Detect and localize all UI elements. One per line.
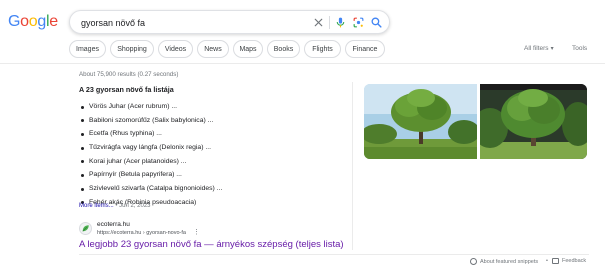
list-item: Babiloni szomorúfűz (Salix babylonica) .… xyxy=(80,114,222,128)
chip-maps[interactable]: Maps xyxy=(233,40,263,58)
search-input[interactable] xyxy=(81,15,301,30)
footer-separator: • xyxy=(546,258,548,264)
list-item: Szivlevelű szivarfa (Catalpa bignonioide… xyxy=(80,182,222,196)
search-divider xyxy=(329,16,330,29)
all-filters-button[interactable]: All filters ▾ xyxy=(524,45,554,52)
tree-photo-2 xyxy=(480,84,587,159)
about-featured-snippets-link[interactable]: About featured snippets xyxy=(470,258,538,265)
column-divider xyxy=(352,82,353,250)
search-icon[interactable] xyxy=(370,16,383,29)
list-item: Papírnyír (Betula papyrifera) ... xyxy=(80,168,222,182)
chip-finance[interactable]: Finance xyxy=(345,40,385,58)
list-item: Korai juhar (Acer platanoides) ... xyxy=(80,155,222,169)
about-featured-snippets-label: About featured snippets xyxy=(480,258,539,265)
feedback-label: Feedback xyxy=(562,258,587,264)
more-options-icon[interactable]: ⋮ xyxy=(193,228,200,236)
all-filters-label: All filters xyxy=(524,45,549,52)
microphone-icon[interactable] xyxy=(334,16,347,29)
site-favicon xyxy=(79,222,92,235)
chip-news[interactable]: News xyxy=(197,40,229,58)
site-name: ecoterra.hu xyxy=(97,221,130,228)
tree-image-2[interactable] xyxy=(480,84,587,159)
chip-shopping[interactable]: Shopping xyxy=(110,40,154,58)
search-box[interactable] xyxy=(69,10,390,34)
leaf-icon xyxy=(82,225,89,232)
logo-letter: G xyxy=(8,13,21,30)
featured-snippet-title: A 23 gyorsan növő fa listája xyxy=(79,85,174,94)
feedback-icon xyxy=(552,258,559,264)
logo-letter: o xyxy=(28,13,38,30)
logo-letter: e xyxy=(49,13,58,30)
result-title-link[interactable]: A legjobb 23 gyorsan növő fa — árnyékos … xyxy=(79,239,344,250)
logo-letter: o xyxy=(20,13,29,30)
result-stats: About 75,900 results (0.27 seconds) xyxy=(79,71,179,78)
lens-icon[interactable] xyxy=(352,16,365,29)
google-logo[interactable]: Google xyxy=(8,13,58,31)
tools-button[interactable]: Tools xyxy=(572,45,587,52)
list-item: Tűzvirágfa vagy lángfa (Delonix regia) .… xyxy=(80,141,222,155)
logo-letter: g xyxy=(37,13,46,30)
site-url: https://ecoterra.hu › gyorsan-novo-fa xyxy=(97,230,186,236)
more-items-link[interactable]: More items... xyxy=(79,203,114,209)
caret-down-icon: ▾ xyxy=(550,46,554,52)
chip-flights[interactable]: Flights xyxy=(304,40,341,58)
info-icon xyxy=(470,258,477,265)
tree-image-1[interactable] xyxy=(364,84,477,159)
list-item: Ecetfa (Rhus typhina) ... xyxy=(80,127,222,141)
snippet-footer-divider xyxy=(79,254,589,255)
chip-books[interactable]: Books xyxy=(267,40,300,58)
list-item: Vörös Juhar (Acer rubrum) ... xyxy=(80,100,222,114)
tree-photo-1 xyxy=(364,84,477,159)
snippet-date: • Jun 2, 2023 xyxy=(115,203,151,209)
feedback-button[interactable]: Feedback xyxy=(552,258,586,264)
close-icon[interactable] xyxy=(312,16,325,29)
chip-videos[interactable]: Videos xyxy=(158,40,193,58)
more-items-row: More items... • Jun 2, 2023 xyxy=(79,203,151,209)
header-divider xyxy=(0,63,605,64)
featured-snippet-list: Vörös Juhar (Acer rubrum) ... Babiloni s… xyxy=(80,100,222,210)
chip-images[interactable]: Images xyxy=(69,40,106,58)
